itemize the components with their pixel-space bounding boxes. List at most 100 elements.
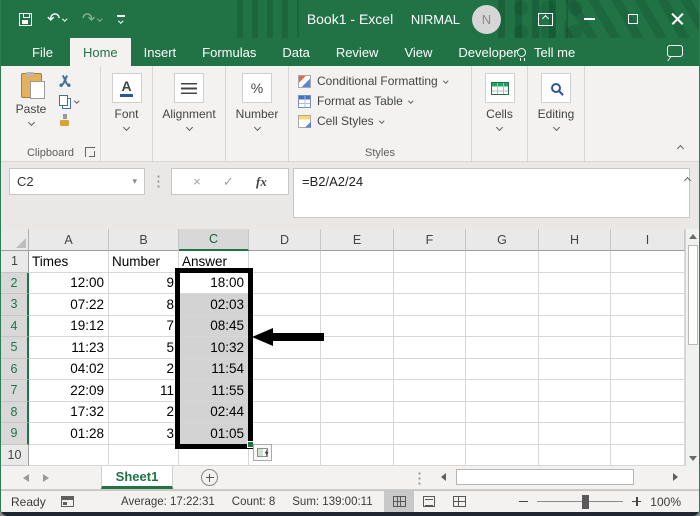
chevron-down-icon[interactable]	[97, 16, 103, 22]
cancel-icon[interactable]: ×	[193, 174, 201, 189]
cell-I3[interactable]	[611, 294, 685, 316]
tab-data[interactable]: Data	[269, 38, 322, 66]
enter-icon[interactable]: ✓	[223, 174, 234, 190]
cell-B1[interactable]: Number	[109, 251, 179, 273]
cell-D6[interactable]	[249, 358, 321, 380]
name-box-dropdown-icon[interactable]: ▾	[132, 176, 137, 187]
column-header-C[interactable]: C	[179, 229, 249, 251]
cell-C1[interactable]: Answer	[179, 251, 249, 273]
cell-I10[interactable]	[611, 444, 685, 466]
cell-H3[interactable]	[539, 294, 611, 316]
cell-C7[interactable]: 11:55	[179, 380, 249, 402]
cell-B6[interactable]: 2	[109, 358, 179, 380]
chevron-down-icon[interactable]	[62, 16, 68, 22]
zoom-slider[interactable]	[537, 494, 624, 509]
cell-C10[interactable]	[179, 444, 249, 466]
cell-F4[interactable]	[394, 315, 466, 337]
undo-button[interactable]: ↶	[47, 11, 68, 27]
column-header-I[interactable]: I	[611, 229, 685, 251]
row-header-6[interactable]: 6	[1, 358, 29, 380]
cell-E5[interactable]	[321, 337, 394, 359]
cell-D1[interactable]	[249, 251, 321, 273]
quick-analysis-button[interactable]	[253, 444, 272, 461]
horizontal-scroll-thumb[interactable]	[456, 469, 634, 485]
row-header-3[interactable]: 3	[1, 294, 29, 316]
paste-button[interactable]: Paste	[11, 72, 51, 127]
cell-A7[interactable]: 22:09	[29, 380, 109, 402]
cell-styles-button[interactable]: Cell Styles	[298, 114, 447, 128]
cell-A8[interactable]: 17:32	[29, 401, 109, 423]
cell-A2[interactable]: 12:00	[29, 272, 109, 294]
cell-H8[interactable]	[539, 401, 611, 423]
cell-D7[interactable]	[249, 380, 321, 402]
cell-C4[interactable]: 08:45	[179, 315, 249, 337]
row-header-4[interactable]: 4	[1, 315, 29, 337]
cell-H1[interactable]	[539, 251, 611, 273]
column-header-B[interactable]: B	[109, 229, 179, 251]
cut-icon[interactable]	[59, 75, 71, 87]
close-button[interactable]	[655, 0, 699, 38]
cell-E2[interactable]	[321, 272, 394, 294]
cell-D8[interactable]	[249, 401, 321, 423]
cell-F5[interactable]	[394, 337, 466, 359]
ribbon-display-options-button[interactable]	[523, 0, 567, 38]
cell-H10[interactable]	[539, 444, 611, 466]
cell-G9[interactable]	[466, 423, 539, 445]
chevron-down-icon[interactable]	[74, 98, 80, 103]
cell-F10[interactable]	[394, 444, 466, 466]
cell-H7[interactable]	[539, 380, 611, 402]
cell-D9[interactable]	[249, 423, 321, 445]
cell-C5[interactable]: 10:32	[179, 337, 249, 359]
row-header-7[interactable]: 7	[1, 380, 29, 402]
cell-H6[interactable]	[539, 358, 611, 380]
row-header-1[interactable]: 1	[1, 251, 29, 273]
cell-I2[interactable]	[611, 272, 685, 294]
cell-C6[interactable]: 11:54	[179, 358, 249, 380]
cell-H9[interactable]	[539, 423, 611, 445]
cell-G2[interactable]	[466, 272, 539, 294]
cell-I6[interactable]	[611, 358, 685, 380]
cell-D3[interactable]	[249, 294, 321, 316]
cell-A3[interactable]: 07:22	[29, 294, 109, 316]
cell-E9[interactable]	[321, 423, 394, 445]
customize-quick-access-button[interactable]	[116, 15, 125, 24]
insert-function-icon[interactable]: fx	[256, 174, 267, 190]
cell-H2[interactable]	[539, 272, 611, 294]
cell-G3[interactable]	[466, 294, 539, 316]
tab-view[interactable]: View	[391, 38, 445, 66]
cell-F2[interactable]	[394, 272, 466, 294]
vertical-scroll-thumb[interactable]	[687, 245, 698, 345]
chevron-down-icon[interactable]	[27, 118, 35, 127]
cell-I4[interactable]	[611, 315, 685, 337]
tab-review[interactable]: Review	[323, 38, 392, 66]
scroll-up-icon[interactable]	[689, 234, 697, 239]
cell-B2[interactable]: 9	[109, 272, 179, 294]
row-header-8[interactable]: 8	[1, 401, 29, 423]
tab-bar-splitter[interactable]	[418, 471, 421, 485]
cell-I7[interactable]	[611, 380, 685, 402]
row-header-9[interactable]: 9	[1, 423, 29, 445]
row-header-2[interactable]: 2	[1, 272, 29, 294]
vertical-scrollbar[interactable]	[685, 229, 699, 466]
column-header-E[interactable]: E	[321, 229, 394, 251]
cell-E6[interactable]	[321, 358, 394, 380]
conditional-formatting-button[interactable]: Conditional Formatting	[298, 74, 448, 88]
avatar[interactable]: N	[472, 4, 501, 34]
zoom-slider-thumb[interactable]	[582, 494, 590, 509]
cell-A6[interactable]: 04:02	[29, 358, 109, 380]
comments-icon[interactable]	[667, 45, 683, 57]
cell-A5[interactable]: 11:23	[29, 337, 109, 359]
previous-sheet-icon[interactable]	[23, 473, 29, 482]
select-all-corner[interactable]	[1, 229, 29, 251]
cell-F1[interactable]	[394, 251, 466, 273]
cell-B10[interactable]	[109, 444, 179, 466]
cell-F8[interactable]	[394, 401, 466, 423]
page-break-view-button[interactable]	[444, 491, 474, 512]
cell-F6[interactable]	[394, 358, 466, 380]
cell-E1[interactable]	[321, 251, 394, 273]
formula-input[interactable]: =B2/A2/24	[293, 168, 690, 218]
cell-I9[interactable]	[611, 423, 685, 445]
scroll-right-icon[interactable]	[673, 473, 678, 481]
cell-D2[interactable]	[249, 272, 321, 294]
column-header-H[interactable]: H	[539, 229, 611, 251]
